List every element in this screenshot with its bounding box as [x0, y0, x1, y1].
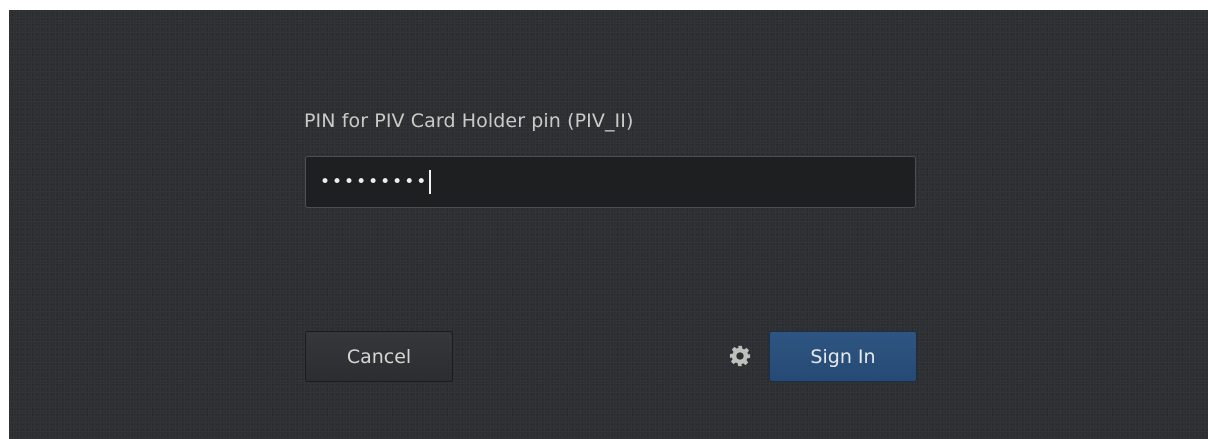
sign-in-button[interactable]: Sign In [769, 331, 917, 382]
cancel-button[interactable]: Cancel [305, 331, 453, 382]
login-screen: PIN for PIV Card Holder pin (PIV_II) •••… [9, 10, 1208, 439]
pin-input[interactable]: ••••••••• [305, 156, 916, 208]
text-cursor [429, 170, 432, 194]
gear-icon[interactable] [729, 345, 751, 367]
pin-prompt-label: PIN for PIV Card Holder pin (PIV_II) [304, 110, 634, 132]
pin-masked-value: ••••••••• [320, 171, 429, 192]
